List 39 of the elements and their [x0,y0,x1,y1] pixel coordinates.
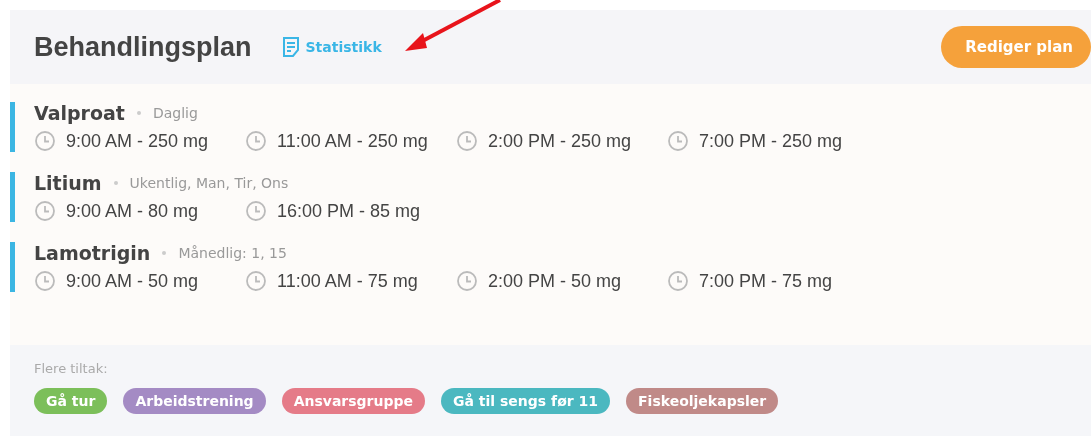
separator-dot-icon [113,181,118,185]
activity-tag[interactable]: Fiskeoljekapsler [626,388,779,414]
dose-time: 16:00 PM - 85 mg [277,200,421,222]
activity-tag[interactable]: Ansvarsgruppe [281,388,426,414]
statistics-link[interactable]: Statistikk [281,37,382,57]
medication-schedule: Ukentlig, Man, Tir, Ons [129,175,289,191]
medication-name: Valproat [34,102,125,124]
clock-icon [456,130,478,152]
clock-icon [245,200,267,222]
dose-time: 7:00 PM - 75 mg [699,270,833,292]
dose-time: 11:00 AM - 75 mg [277,270,418,292]
separator-dot-icon [136,111,141,115]
clock-icon [34,200,56,222]
clock-icon [456,270,478,292]
clock-icon [667,270,689,292]
activity-tag[interactable]: Gå tur [34,388,108,414]
extras-label: Flere tiltak: [34,361,109,376]
medication-name: Litium [34,172,102,194]
document-icon [281,37,300,57]
clock-icon [245,130,267,152]
clock-icon [245,270,267,292]
medication-schedule: Månedlig: 1, 15 [178,245,287,261]
dose-time: 9:00 AM - 80 mg [66,200,199,222]
dose-time: 9:00 AM - 50 mg [66,270,199,292]
edit-plan-button[interactable]: Rediger plan [941,26,1091,68]
dose-time: 9:00 AM - 250 mg [66,130,209,152]
activity-tag[interactable]: Gå til sengs før 11 [441,388,611,414]
page-title: Behandlingsplan [34,31,252,63]
clock-icon [667,130,689,152]
separator-dot-icon [162,251,167,255]
dose-time: 11:00 AM - 250 mg [277,130,428,152]
medication-schedule: Daglig [152,105,198,121]
medication-name: Lamotrigin [34,242,151,264]
clock-icon [34,130,56,152]
dose-time: 2:00 PM - 50 mg [488,270,622,292]
dose-time: 2:00 PM - 250 mg [488,130,632,152]
clock-icon [34,270,56,292]
activity-tag[interactable]: Arbeidstrening [123,388,266,414]
dose-time: 7:00 PM - 250 mg [699,130,843,152]
